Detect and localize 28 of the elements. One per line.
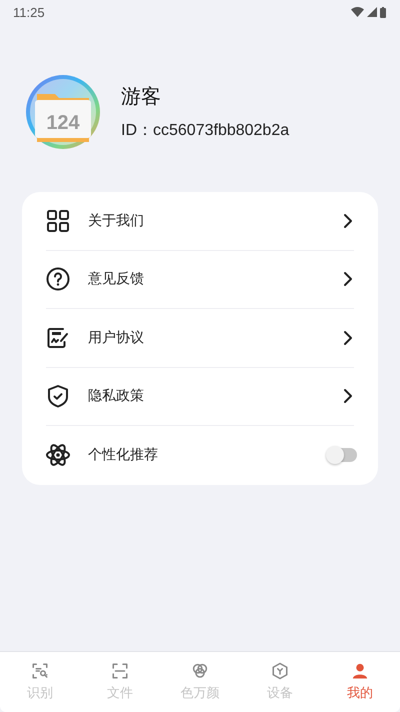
chevron-right-icon[interactable]: [343, 212, 353, 229]
scan-icon: [31, 662, 49, 680]
grid-icon: [46, 208, 70, 233]
app-logo: 124: [25, 74, 101, 150]
chevron-right-icon[interactable]: [343, 271, 353, 288]
user-name: 游客: [121, 83, 162, 110]
person-icon: [351, 662, 369, 680]
wifi-icon: [351, 7, 364, 17]
document-pen-icon: [46, 326, 70, 350]
battery-icon: [380, 6, 386, 18]
chevron-right-icon[interactable]: [343, 330, 353, 346]
atom-icon: [46, 443, 70, 468]
menu-label[interactable]: 个性化推荐: [88, 446, 327, 464]
user-id: ID：cc56073fbb802b2a: [121, 121, 290, 141]
signal-icon: [367, 7, 377, 17]
help-icon: [46, 267, 70, 292]
circles-icon: [191, 662, 209, 680]
chevron-right-icon[interactable]: [343, 388, 353, 404]
frame-icon: [111, 662, 129, 680]
shield-icon: [46, 384, 70, 408]
menu-label[interactable]: 意见反馈: [88, 270, 343, 288]
hexagon-icon: [271, 662, 289, 680]
menu-label[interactable]: 隐私政策: [88, 387, 343, 406]
toggle-switch[interactable]: [327, 448, 357, 462]
menu-label[interactable]: 关于我们: [88, 212, 343, 230]
menu-label[interactable]: 用户协议: [88, 328, 343, 347]
status-time: 11:25: [13, 4, 45, 20]
nav-tab[interactable]: 我的: [320, 652, 400, 712]
